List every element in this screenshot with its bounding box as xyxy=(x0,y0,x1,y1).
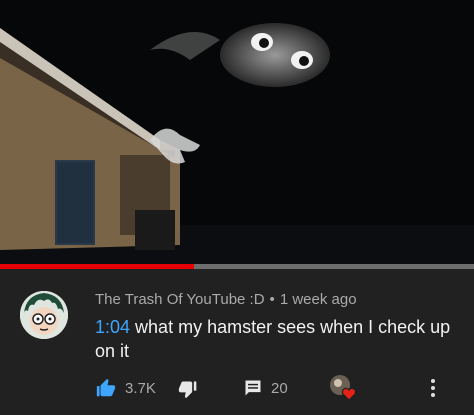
comment-text: 1:04 what my hamster sees when I check u… xyxy=(95,315,455,363)
comment-actions: 3.7K 20 xyxy=(0,373,474,403)
video-frame-image xyxy=(0,0,474,264)
creator-heart-icon xyxy=(330,375,357,401)
thumbs-up-icon xyxy=(96,378,116,397)
video-player[interactable] xyxy=(0,0,474,264)
comment-author[interactable]: The Trash Of YouTube :D xyxy=(95,291,265,308)
comment-icon xyxy=(245,380,261,396)
meta-separator: • xyxy=(269,291,275,308)
more-vert-icon xyxy=(430,379,436,397)
reply-button[interactable]: 20 xyxy=(243,378,288,398)
thumbs-down-icon xyxy=(178,381,197,399)
comment-age: 1 week ago xyxy=(279,291,357,308)
like-count: 3.7K xyxy=(125,379,156,397)
avatar[interactable] xyxy=(20,291,68,339)
comment-timestamp-link[interactable]: 1:04 xyxy=(95,317,130,337)
comment-body: what my hamster sees when I check up on … xyxy=(95,317,451,361)
reply-count: 20 xyxy=(271,379,288,397)
like-button[interactable]: 3.7K xyxy=(95,377,156,399)
dislike-button[interactable] xyxy=(178,379,198,399)
creator-heart-badge xyxy=(328,373,358,403)
comment-meta: The Trash Of YouTube :D • 1 week ago xyxy=(95,291,357,308)
comment-card: The Trash Of YouTube :D • 1 week ago 1:04 … xyxy=(0,269,474,415)
avatar-image xyxy=(20,291,68,339)
more-options-button[interactable] xyxy=(430,379,436,400)
